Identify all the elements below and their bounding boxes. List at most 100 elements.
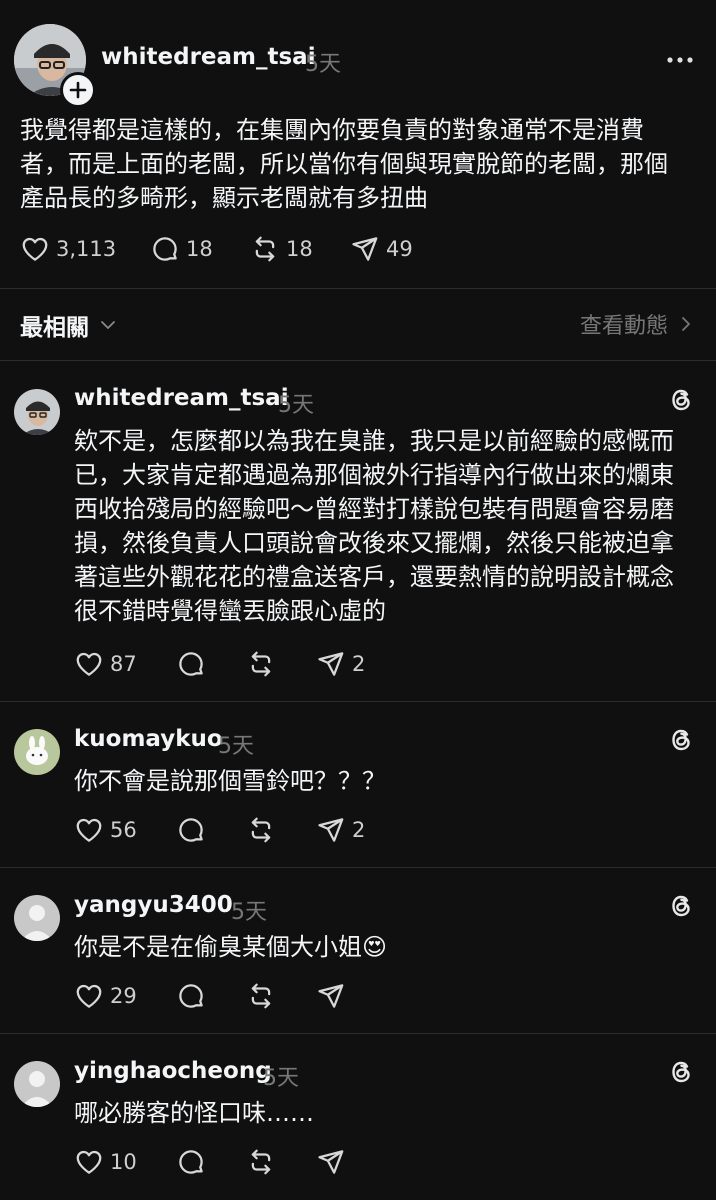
reply-text: 你是不是在偷臭某個大小姐😍 [74,930,709,964]
divider [0,701,716,702]
reply-share-button[interactable] [316,979,346,1013]
heart-icon [76,1150,102,1174]
default-avatar-icon [14,1061,60,1107]
repost-icon [255,236,275,262]
reply-time: 5天 [218,734,254,759]
reply-text-line: 西收拾殘局的經驗吧～曾經對打樣說包裝有問題會容易磨 [74,495,674,523]
comment-icon [153,237,177,261]
reply-like-button[interactable]: 56 [74,813,137,847]
reply-like-count: 10 [110,1150,137,1174]
post-text: 我覺得都是這樣的，在集團內你要負責的對象通常不是消費 者，而是上面的老闆，所以當… [20,113,710,215]
avatar-illustration [14,729,60,775]
post-repost-count: 18 [286,237,313,261]
reply-time: 5天 [231,900,267,925]
reply-comment-button[interactable] [176,1145,206,1179]
reply-like-count: 56 [110,818,137,842]
reply-avatar[interactable] [14,729,60,775]
default-avatar-icon [14,895,60,941]
view-activity-link[interactable]: 查看動態 [580,308,696,340]
reply-repost-button[interactable] [246,647,276,681]
chevron-down-icon [101,321,115,329]
reply-username[interactable]: yangyu3400 [74,892,233,918]
reply-text-line: 哪必勝客的怪口味…… [74,1099,314,1127]
reply-avatar[interactable] [14,389,60,435]
reply-text: 欸不是，怎麼都以為我在臭誰，我只是以前經驗的感慨而 已，大家肯定都遇過為那個被外… [74,424,709,628]
post-comment-button[interactable]: 18 [150,232,213,266]
post-time: 5天 [305,52,341,77]
reply-share-count: 2 [352,818,366,842]
reply-repost-button[interactable] [246,979,276,1013]
send-icon [318,818,344,842]
reply-repost-button[interactable] [246,813,276,847]
reply-text-line: 已，大家肯定都遇過為那個被外行指導內行做出來的爛東 [74,461,674,489]
reply-comment-button[interactable] [176,813,206,847]
reply-username[interactable]: yinghaocheong [74,1058,272,1084]
reply-text-line: 你不會是說那個雪鈴吧？？？ [74,767,386,795]
post-like-button[interactable]: 3,113 [20,232,116,266]
send-icon [318,1150,344,1174]
reply-like-count: 87 [110,652,137,676]
reply-share-button[interactable]: 2 [316,647,365,681]
reply-like-button[interactable]: 87 [74,647,137,681]
reply-comment-button[interactable] [176,647,206,681]
reply-text-line: 很不錯時覺得蠻丟臉跟心虛的 [74,597,386,625]
threads-icon[interactable] [666,724,696,760]
repost-icon [251,817,271,843]
plus-icon [69,81,87,99]
reply-avatar[interactable] [14,895,60,941]
reply-repost-button[interactable] [246,1145,276,1179]
reply-like-button[interactable]: 10 [74,1145,137,1179]
more-options-button[interactable] [664,50,696,70]
threads-icon[interactable] [666,890,696,926]
post-share-button[interactable]: 49 [350,232,413,266]
repost-icon [251,983,271,1009]
heart-icon [76,984,102,1008]
send-icon [318,652,344,676]
reply-time: 5天 [278,393,314,418]
reply-share-button[interactable] [316,1145,346,1179]
reply-like-button[interactable]: 29 [74,979,137,1013]
reply-text-line: 損，然後負責人口頭說會改後來又擺爛，然後只能被迫拿 [74,529,674,557]
chevron-right-icon [682,317,690,331]
heart-icon [22,237,48,261]
reply-username[interactable]: whitedream_tsai [74,385,289,411]
send-icon [318,984,344,1008]
divider [0,288,716,289]
reply-comment-button[interactable] [176,979,206,1013]
reply-username[interactable]: kuomaykuo [74,726,223,752]
sort-dropdown[interactable]: 最相關 [20,308,119,342]
heart-icon [76,818,102,842]
follow-plus-button[interactable] [60,72,96,108]
comment-icon [179,984,203,1008]
post-repost-button[interactable]: 18 [250,232,313,266]
repost-icon [251,651,271,677]
reply-text-line: 你是不是在偷臭某個大小姐😍 [74,933,388,961]
post-username[interactable]: whitedream_tsai [101,44,316,70]
avatar-photo [14,389,60,435]
reply-avatar[interactable] [14,1061,60,1107]
send-icon [352,237,378,261]
reply-text-line: 著這些外觀花花的禮盒送客戶，還要熱情的說明設計概念 [74,563,674,591]
post-text-line: 我覺得都是這樣的，在集團內你要負責的對象通常不是消費 [20,116,644,144]
reply-text: 你不會是說那個雪鈴吧？？？ [74,764,709,798]
comment-icon [179,652,203,676]
divider [0,1033,716,1034]
divider [0,867,716,868]
post-comment-count: 18 [186,237,213,261]
heart-icon [76,652,102,676]
view-activity-label: 查看動態 [579,314,668,339]
post-text-line: 者，而是上面的老闆，所以當你有個與現實脫節的老闆，那個 [20,150,668,178]
threads-icon[interactable] [666,1056,696,1092]
post-share-count: 49 [386,237,413,261]
more-dots-icon [667,57,693,63]
reply-like-count: 29 [110,984,137,1008]
reply-share-button[interactable]: 2 [316,813,365,847]
post-like-count: 3,113 [56,237,117,261]
threads-icon[interactable] [666,384,696,420]
divider [0,360,716,361]
reply-share-count: 2 [352,652,366,676]
sort-label: 最相關 [20,315,89,341]
comment-icon [179,818,203,842]
post-text-line: 產品長的多畸形，顯示老闆就有多扭曲 [20,184,428,212]
repost-icon [251,1149,271,1175]
